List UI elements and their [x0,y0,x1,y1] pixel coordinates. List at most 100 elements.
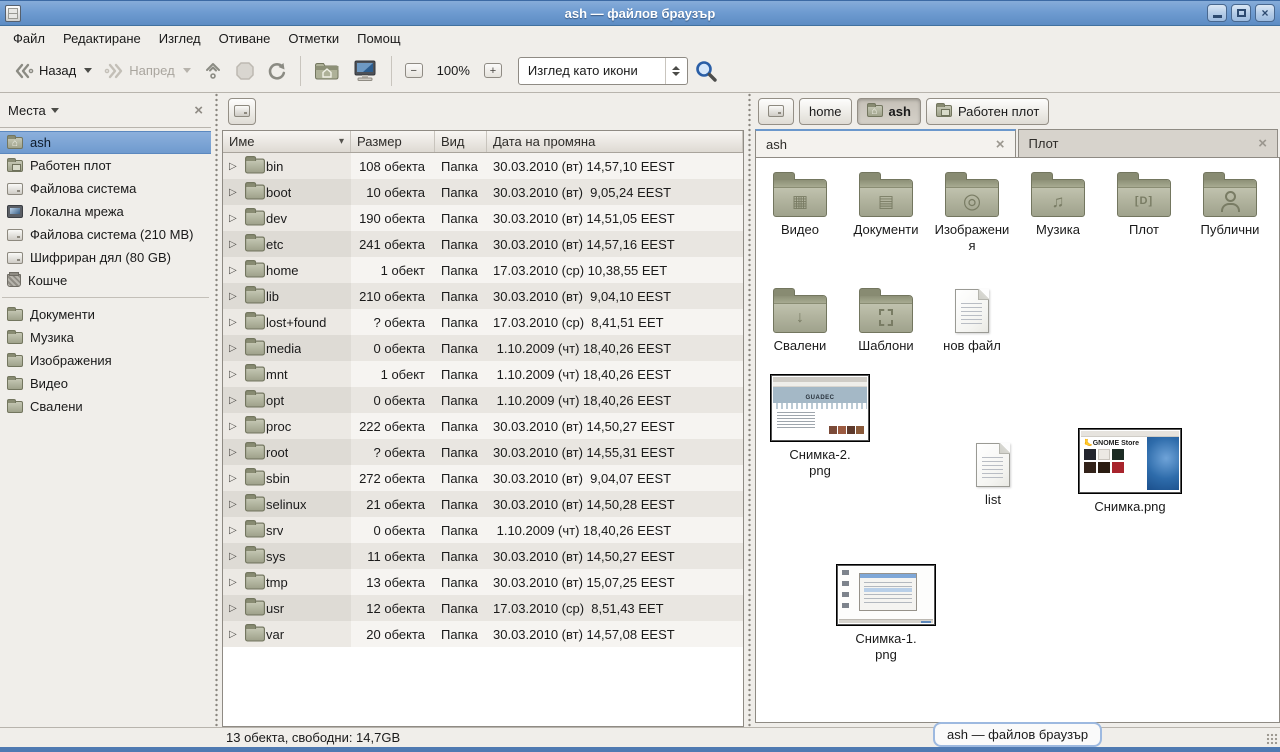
tree-row[interactable]: ▷ proc 222 обекта Папка 30.03.2010 (вт) … [223,413,743,439]
tree-row[interactable]: ▷ sbin 272 обекта Папка 30.03.2010 (вт) … [223,465,743,491]
tree-row[interactable]: ▷ lib 210 обекта Папка 30.03.2010 (вт) 9… [223,283,743,309]
sidebar-item[interactable]: Изображения [0,349,211,372]
breadcrumb-button[interactable] [758,98,794,125]
tree-row[interactable]: ▷ mnt 1 обект Папка 1.10.2009 (чт) 18,40… [223,361,743,387]
expander-icon[interactable]: ▷ [229,395,240,406]
tree-row[interactable]: ▷ root ? обекта Папка 30.03.2010 (вт) 14… [223,439,743,465]
folder-item[interactable]: Плот [1104,168,1184,254]
menu-item[interactable]: Отиване [210,29,280,48]
sidebar-item[interactable]: Локална мрежа [0,200,211,223]
folder-item[interactable]: Музика [1018,168,1098,254]
folder-item[interactable]: Документи [846,168,926,254]
search-button[interactable] [688,55,724,87]
menu-item[interactable]: Редактиране [54,29,150,48]
tab-close-icon[interactable]: × [1258,135,1267,152]
menu-item[interactable]: Изглед [150,29,210,48]
tree-row[interactable]: ▷ media 0 обекта Папка 1.10.2009 (чт) 18… [223,335,743,361]
folder-item[interactable]: Шаблони [846,284,926,354]
sidebar-item[interactable]: Документи [0,303,211,326]
sidebar-item[interactable]: Файлова система (210 MB) [0,223,211,246]
tree-row[interactable]: ▷ sys 11 обекта Папка 30.03.2010 (вт) 14… [223,543,743,569]
tree-row[interactable]: ▷ srv 0 обекта Папка 1.10.2009 (чт) 18,4… [223,517,743,543]
column-header-type[interactable]: Вид [435,131,487,152]
minimize-button[interactable] [1207,4,1227,22]
column-header-size[interactable]: Размер [351,131,435,152]
expander-icon[interactable]: ▷ [229,161,240,172]
pane-splitter[interactable] [211,93,222,727]
column-header-date[interactable]: Дата на промяна [487,131,743,152]
expander-icon[interactable]: ▷ [229,577,240,588]
folder-item[interactable]: нов файл [932,284,1012,354]
file-item-snimka[interactable]: 🦶GNOME Store Снимка.png [1072,428,1188,515]
expander-icon[interactable]: ▷ [229,369,240,380]
sidebar-item[interactable]: ash [0,131,211,154]
forward-button[interactable]: Напред [98,59,196,83]
menu-item[interactable]: Отметки [279,29,348,48]
column-header-name[interactable]: Име▾ [223,131,351,152]
breadcrumb-root-button[interactable] [228,98,256,125]
expander-icon[interactable]: ▷ [229,317,240,328]
tree-row[interactable]: ▷ opt 0 обекта Папка 1.10.2009 (чт) 18,4… [223,387,743,413]
expander-icon[interactable]: ▷ [229,551,240,562]
zoom-in-button[interactable]: + [478,59,508,82]
expander-icon[interactable]: ▷ [229,265,240,276]
menu-item[interactable]: Помощ [348,29,409,48]
view-mode-select[interactable]: Изглед като икони [518,57,688,85]
resize-grip[interactable] [1266,733,1278,745]
back-button[interactable]: Назад [8,59,98,83]
breadcrumb-button[interactable]: ash [857,98,921,125]
breadcrumb-button[interactable]: home [799,98,852,125]
sidebar-item[interactable]: Работен плот [0,154,211,177]
pane-splitter[interactable] [744,93,755,727]
expander-icon[interactable]: ▷ [229,213,240,224]
expander-icon[interactable]: ▷ [229,187,240,198]
tree-row[interactable]: ▷ etc 241 обекта Папка 30.03.2010 (вт) 1… [223,231,743,257]
maximize-button[interactable] [1231,4,1251,22]
folder-item[interactable]: Свалени [760,284,840,354]
sidebar-close-icon[interactable]: × [194,102,203,119]
file-item-list[interactable]: list [958,438,1028,508]
expander-icon[interactable]: ▷ [229,447,240,458]
expander-icon[interactable]: ▷ [229,291,240,302]
sidebar-item[interactable]: Видео [0,372,211,395]
menu-item[interactable]: Файл [4,29,54,48]
tab[interactable]: ash × [755,129,1016,157]
tab-close-icon[interactable]: × [996,136,1005,153]
tree-list[interactable]: Име▾ Размер Вид Дата на промяна ▷ bin 10… [222,130,744,727]
expander-icon[interactable]: ▷ [229,603,240,614]
stop-button[interactable] [229,57,261,85]
titlebar[interactable]: ash — файлов браузър × [0,0,1280,26]
tree-row[interactable]: ▷ lost+found ? обекта Папка 17.03.2010 (… [223,309,743,335]
reload-button[interactable] [261,57,293,85]
sidebar-item[interactable]: Файлова система [0,177,211,200]
tree-row[interactable]: ▷ tmp 13 обекта Папка 30.03.2010 (вт) 15… [223,569,743,595]
tree-row[interactable]: ▷ var 20 обекта Папка 30.03.2010 (вт) 14… [223,621,743,647]
zoom-out-button[interactable]: − [399,59,429,82]
expander-icon[interactable]: ▷ [229,343,240,354]
tree-row[interactable]: ▷ home 1 обект Папка 17.03.2010 (ср) 10,… [223,257,743,283]
expander-icon[interactable]: ▷ [229,239,240,250]
tree-row[interactable]: ▷ selinux 21 обекта Папка 30.03.2010 (вт… [223,491,743,517]
tree-row[interactable]: ▷ boot 10 обекта Папка 30.03.2010 (вт) 9… [223,179,743,205]
file-item-snimka-2[interactable]: GUADEC Снимка-2.png [764,374,876,479]
sidebar-item[interactable]: Свалени [0,395,211,418]
expander-icon[interactable]: ▷ [229,473,240,484]
sidebar-item[interactable]: Шифриран дял (80 GB) [0,246,211,269]
computer-button[interactable] [346,56,384,86]
up-button[interactable] [197,57,229,85]
places-selector[interactable]: Места [8,103,59,118]
tree-row[interactable]: ▷ bin 108 обекта Папка 30.03.2010 (вт) 1… [223,153,743,179]
file-item-snimka-1[interactable]: Снимка-1.png [828,564,944,663]
tab[interactable]: Плот × [1018,129,1279,157]
close-button[interactable]: × [1255,4,1275,22]
sidebar-item[interactable]: Кошче [0,269,211,292]
sidebar-item[interactable]: Музика [0,326,211,349]
breadcrumb-button[interactable]: Работен плот [926,98,1049,125]
folder-item[interactable]: Изображения [932,168,1012,254]
combo-spinner-icon[interactable] [665,58,687,84]
icon-view[interactable]: Видео Документи Изображения Музи [755,157,1280,723]
home-button[interactable] [308,57,346,85]
tree-row[interactable]: ▷ usr 12 обекта Папка 17.03.2010 (ср) 8,… [223,595,743,621]
folder-item[interactable]: Публични [1190,168,1270,254]
folder-item[interactable]: Видео [760,168,840,254]
